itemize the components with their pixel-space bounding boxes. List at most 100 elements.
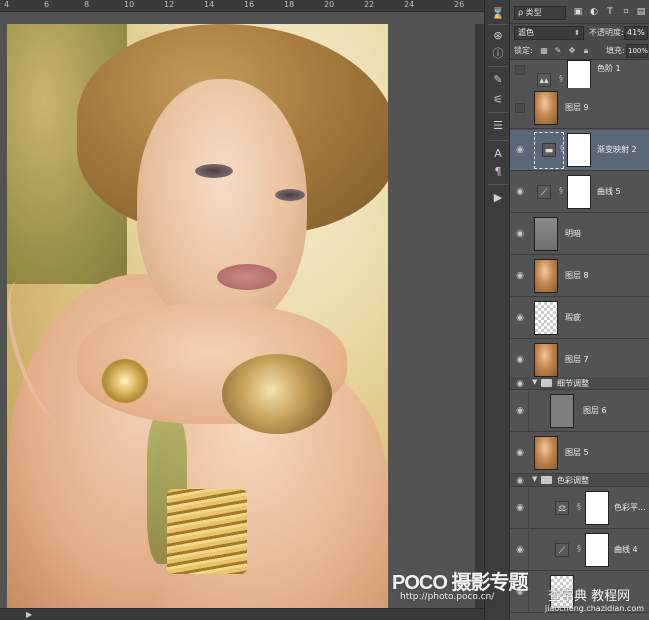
eye-icon[interactable]: ◉	[515, 229, 525, 239]
lock-label: 锁定:	[514, 46, 533, 55]
character-icon[interactable]: A	[489, 146, 507, 162]
lock-transparent-icon[interactable]: ▦	[539, 45, 549, 56]
layer-row[interactable]: ◉ 瑕疵	[510, 298, 649, 339]
layer-name: 图层 5	[565, 448, 589, 457]
info-icon[interactable]: ⓘ	[489, 46, 507, 62]
layer-thumbnail[interactable]	[534, 343, 558, 377]
eye-icon[interactable]: ◉	[515, 448, 525, 458]
face	[137, 79, 307, 329]
lock-position-icon[interactable]: ✥	[567, 45, 577, 56]
adjustment-filter-icon[interactable]: ◐	[588, 6, 600, 18]
group-indent	[528, 530, 529, 570]
opacity-field[interactable]: 41%	[624, 26, 648, 40]
eye-icon[interactable]: ◉	[515, 145, 525, 155]
divider	[488, 184, 508, 185]
history-icon[interactable]: ⌛	[489, 6, 507, 22]
type-filter-icon[interactable]: T	[604, 6, 616, 18]
divider	[488, 140, 508, 141]
layer-row[interactable]: 图层 9	[510, 88, 649, 129]
portrait-photo[interactable]	[7, 24, 388, 608]
layer-row[interactable]: ◉ 图层 5	[510, 433, 649, 474]
eye-icon[interactable]: ◉	[515, 406, 525, 416]
layer-row[interactable]: ◉ ⚖ § 色彩平...	[510, 488, 649, 529]
layer-row[interactable]: ◉ 明暗	[510, 214, 649, 255]
mask-thumbnail[interactable]	[585, 533, 609, 567]
blend-mode-value: 滤色	[518, 28, 534, 37]
brush-preset-icon[interactable]: ✎	[489, 72, 507, 88]
ruler-tick: 22	[364, 0, 375, 9]
lock-all-icon[interactable]: 🔒︎	[581, 45, 591, 56]
layer-row[interactable]: ◉ 图层 6	[510, 391, 649, 432]
eye-icon[interactable]: ◉	[515, 379, 525, 389]
lock-pixels-icon[interactable]: ✎	[553, 45, 563, 56]
blend-mode-select[interactable]: 滤色 ⬍	[514, 26, 584, 40]
layer-group-row[interactable]: ◉ ▼ 细节调整	[510, 377, 649, 390]
status-bar: ▶	[0, 608, 484, 620]
fill-field[interactable]: 100%	[626, 44, 648, 58]
pixel-filter-icon[interactable]: ▣	[572, 6, 584, 18]
ruler-tick: 6	[44, 0, 50, 9]
ruler-tick: 24	[404, 0, 415, 9]
poco-watermark-url: http://photo.poco.cn/	[400, 592, 495, 602]
eye-left	[195, 164, 233, 178]
layer-thumbnail[interactable]	[534, 259, 558, 293]
layer-row[interactable]: ◉ ⟋ § 曲线 5	[510, 172, 649, 213]
site-watermark-url: jiaocheng.chazidian.com	[545, 604, 645, 613]
mask-thumbnail[interactable]	[567, 133, 591, 167]
link-icon: §	[577, 544, 581, 553]
eye-icon[interactable]: ◉	[515, 313, 525, 323]
adjust-icon[interactable]: ⚟	[489, 92, 507, 108]
paragraph-icon[interactable]: ¶	[489, 164, 507, 180]
gradient-map-icon: ▬	[542, 143, 556, 157]
vertical-scrollbar[interactable]	[475, 24, 484, 620]
smart-object-filter-icon[interactable]: ▤	[635, 6, 647, 18]
blend-row: 滤色 ⬍ 不透明度: 41%	[510, 24, 649, 42]
eye-icon[interactable]: ◉	[515, 271, 525, 281]
play-icon[interactable]: ▶	[489, 190, 507, 206]
layer-thumbnail[interactable]	[534, 217, 558, 251]
lock-row: 锁定: ▦ ✎ ✥ 🔒︎ 填充: 100%	[510, 42, 649, 60]
visibility-toggle[interactable]	[515, 65, 525, 75]
layer-row-selected[interactable]: ◉ ▬ § 渐变映射 2	[510, 130, 649, 171]
mask-thumbnail[interactable]	[567, 175, 591, 209]
status-arrow-icon[interactable]: ▶	[26, 610, 32, 619]
layer-thumbnail[interactable]	[534, 91, 558, 125]
curves-icon: ⟋	[555, 543, 569, 557]
eye-icon[interactable]: ◉	[515, 545, 525, 555]
document-canvas[interactable]	[0, 12, 484, 620]
ruler-tick: 18	[284, 0, 295, 9]
ruler-tick: 26	[454, 0, 465, 9]
link-icon: §	[560, 144, 564, 153]
layer-name: 图层 6	[583, 406, 607, 415]
layer-group-row[interactable]: ◉ ▼ 色彩调整	[510, 474, 649, 487]
visibility-toggle[interactable]	[515, 103, 525, 113]
layer-name: 曲线 5	[597, 187, 621, 196]
eye-icon[interactable]: ◉	[515, 187, 525, 197]
ruler-tick: 20	[324, 0, 335, 9]
layer-thumbnail[interactable]	[534, 436, 558, 470]
layer-row[interactable]: ◉ ⟋ § 曲线 4	[510, 530, 649, 571]
layer-row[interactable]: ◉ 图层 7	[510, 340, 649, 381]
layer-name: 色阶 1	[597, 64, 621, 73]
layer-thumbnail[interactable]	[534, 301, 558, 335]
layer-row[interactable]: ◉ 图层 8	[510, 256, 649, 297]
eye-icon[interactable]: ◉	[515, 355, 525, 365]
ruler-tick: 8	[84, 0, 90, 9]
layer-thumbnail[interactable]	[550, 394, 574, 428]
lips	[217, 264, 277, 290]
shape-filter-icon[interactable]: ⌗	[620, 6, 632, 18]
filter-kind-select[interactable]: ρ 类型	[514, 6, 566, 20]
opacity-label: 不透明度:	[589, 28, 624, 37]
disclosure-triangle-icon[interactable]: ▼	[532, 378, 537, 386]
eye-icon[interactable]: ◉	[515, 503, 525, 513]
mask-thumbnail[interactable]	[585, 491, 609, 525]
navigator-icon[interactable]: ⊛	[489, 28, 507, 44]
align-icon[interactable]: ☰	[489, 118, 507, 134]
group-indent	[528, 488, 529, 528]
gem-ring	[102, 359, 148, 403]
group-indent	[528, 572, 529, 612]
group-name: 细节调整	[557, 379, 589, 388]
disclosure-triangle-icon[interactable]: ▼	[532, 475, 537, 483]
eye-icon[interactable]: ◉	[515, 476, 525, 486]
layer-name: 图层 9	[565, 103, 589, 112]
